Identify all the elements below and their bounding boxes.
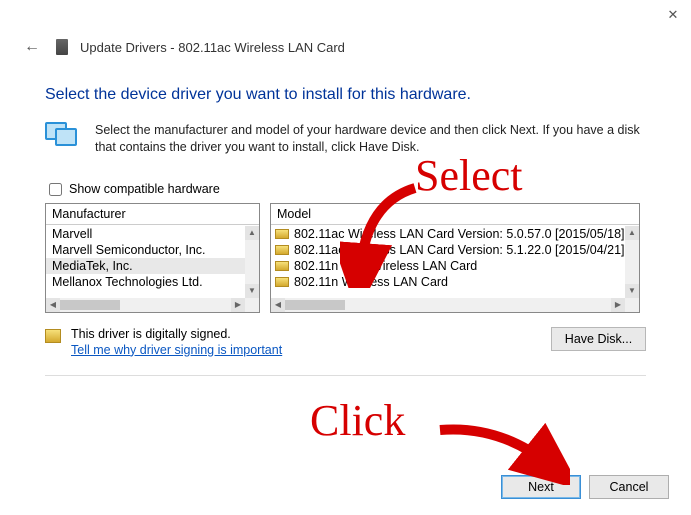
model-header: Model — [271, 204, 639, 225]
show-compatible-checkbox[interactable]: Show compatible hardware — [45, 180, 646, 199]
certificate-icon — [45, 329, 61, 343]
scroll-thumb[interactable] — [285, 300, 345, 310]
next-button[interactable]: Next — [501, 475, 581, 499]
scroll-up-icon[interactable]: ▲ — [625, 226, 639, 240]
manufacturer-item[interactable]: MediaTek, Inc. — [46, 258, 245, 274]
page-heading: Select the device driver you want to ins… — [45, 86, 646, 104]
device-icon — [56, 39, 68, 55]
network-card-icon — [275, 229, 289, 239]
signed-status-text: This driver is digitally signed. — [71, 327, 282, 341]
annotation-click-label: Click — [310, 395, 405, 446]
model-item[interactable]: 802.11ac Wireless LAN Card Version: 5.1.… — [271, 242, 625, 258]
window-title: Update Drivers - 802.11ac Wireless LAN C… — [80, 40, 345, 55]
computer-icon — [45, 122, 81, 152]
manufacturer-list-body[interactable]: Marvell Marvell Semiconductor, Inc. Medi… — [46, 226, 245, 298]
show-compatible-label: Show compatible hardware — [69, 182, 220, 196]
network-card-icon — [275, 245, 289, 255]
network-card-icon — [275, 277, 289, 287]
model-item-label: 802.11n USB Wireless LAN Card — [294, 259, 477, 273]
back-arrow-icon[interactable]: ← — [20, 36, 44, 58]
scroll-right-icon[interactable]: ▶ — [231, 298, 245, 312]
manufacturer-item[interactable]: Marvell Semiconductor, Inc. — [46, 242, 245, 258]
have-disk-button[interactable]: Have Disk... — [551, 327, 646, 351]
manufacturer-vscrollbar[interactable]: ▲ ▼ — [245, 226, 259, 298]
manufacturer-hscrollbar[interactable]: ◀ ▶ — [46, 298, 245, 312]
driver-signing-link[interactable]: Tell me why driver signing is important — [71, 343, 282, 357]
network-card-icon — [275, 261, 289, 271]
model-vscrollbar[interactable]: ▲ ▼ — [625, 226, 639, 298]
model-listbox[interactable]: Model 802.11ac Wireless LAN Card Version… — [270, 203, 640, 313]
separator — [45, 375, 646, 376]
scroll-down-icon[interactable]: ▼ — [625, 284, 639, 298]
model-item-label: 802.11n Wireless LAN Card — [294, 275, 448, 289]
instruction-text: Select the manufacturer and model of you… — [95, 122, 646, 156]
titlebar: ✕ — [0, 0, 691, 30]
header: ← Update Drivers - 802.11ac Wireless LAN… — [0, 30, 691, 68]
scroll-corner — [625, 298, 639, 312]
scroll-up-icon[interactable]: ▲ — [245, 226, 259, 240]
manufacturer-listbox[interactable]: Manufacturer Marvell Marvell Semiconduct… — [45, 203, 260, 313]
close-icon[interactable]: ✕ — [663, 5, 683, 25]
manufacturer-header: Manufacturer — [46, 204, 259, 225]
model-item-label: 802.11ac Wireless LAN Card Version: 5.0.… — [294, 227, 625, 241]
model-item-label: 802.11ac Wireless LAN Card Version: 5.1.… — [294, 243, 625, 257]
model-hscrollbar[interactable]: ◀ ▶ — [271, 298, 625, 312]
scroll-right-icon[interactable]: ▶ — [611, 298, 625, 312]
model-list-body[interactable]: 802.11ac Wireless LAN Card Version: 5.0.… — [271, 226, 625, 298]
manufacturer-item[interactable]: Marvell — [46, 226, 245, 242]
cancel-button[interactable]: Cancel — [589, 475, 669, 499]
instruction-row: Select the manufacturer and model of you… — [45, 122, 646, 156]
model-item[interactable]: 802.11n USB Wireless LAN Card — [271, 258, 625, 274]
scroll-down-icon[interactable]: ▼ — [245, 284, 259, 298]
model-item[interactable]: 802.11n Wireless LAN Card — [271, 274, 625, 290]
show-compatible-checkbox-input[interactable] — [49, 183, 62, 196]
annotation-select-label: Select — [415, 150, 523, 201]
dialog-buttons: Next Cancel — [501, 475, 669, 499]
scroll-left-icon[interactable]: ◀ — [46, 298, 60, 312]
manufacturer-item[interactable]: Mellanox Technologies Ltd. — [46, 274, 245, 290]
model-item[interactable]: 802.11ac Wireless LAN Card Version: 5.0.… — [271, 226, 625, 242]
scroll-thumb[interactable] — [60, 300, 120, 310]
scroll-left-icon[interactable]: ◀ — [271, 298, 285, 312]
scroll-corner — [245, 298, 259, 312]
